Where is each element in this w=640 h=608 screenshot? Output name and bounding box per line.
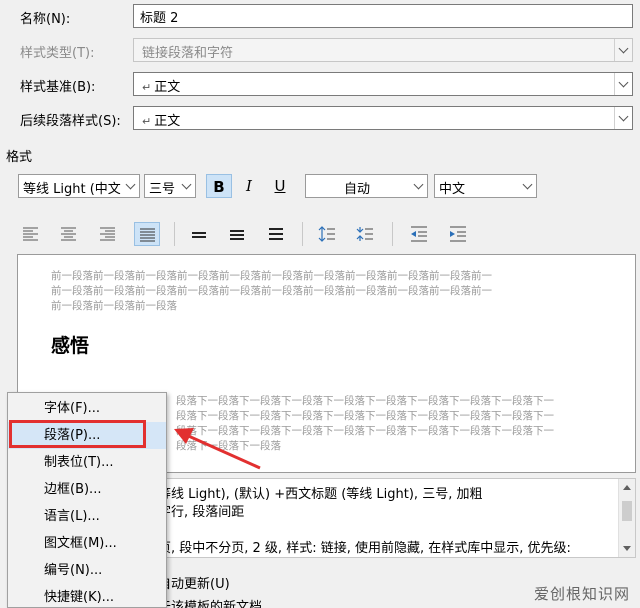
style-type-row: 样式类型(T): 链接段落和字符 bbox=[0, 34, 640, 66]
format-section-label: 格式 bbox=[6, 150, 33, 165]
font-color-dropdown[interactable] bbox=[411, 175, 427, 197]
following-row: 后续段落样式(S): ↵ 正文 bbox=[0, 102, 640, 134]
align-left-icon bbox=[23, 227, 38, 241]
bold-button[interactable]: B bbox=[206, 174, 232, 198]
onehalf-spacing-icon bbox=[230, 230, 244, 240]
script-dropdown[interactable] bbox=[520, 175, 536, 197]
paragraph-return-icon: ↵ bbox=[142, 81, 152, 94]
decrease-indent-icon bbox=[411, 226, 427, 242]
justify-button[interactable] bbox=[134, 222, 160, 246]
double-spacing-icon bbox=[269, 228, 283, 240]
description-line: 页, 段中不分页, 2 级, 样式: 链接, 使用前隐藏, 在样式库中显示, 优… bbox=[158, 541, 571, 556]
single-spacing-icon bbox=[192, 232, 206, 238]
align-center-icon bbox=[61, 227, 76, 241]
size-select[interactable]: 三号 bbox=[144, 174, 196, 198]
justify-icon bbox=[140, 228, 155, 242]
annotation-arrow-icon bbox=[174, 428, 261, 470]
auto-update-label[interactable]: 自动更新(U) bbox=[158, 573, 230, 592]
following-label: 后续段落样式(S): bbox=[20, 114, 121, 129]
preceding-paragraph-sample: 前一段落前一段落前一段落前一段落前一段落前一段落前一段落前一段落前一段落前一段落… bbox=[51, 269, 581, 314]
description-scrollbar[interactable] bbox=[618, 479, 635, 557]
menu-item-border[interactable]: 边框(B)... bbox=[8, 476, 166, 503]
annotation-highlight-box bbox=[9, 420, 146, 448]
style-type-select: 链接段落和字符 bbox=[133, 38, 633, 62]
font-value: 等线 Light (中文 bbox=[23, 182, 121, 197]
script-value: 中文 bbox=[439, 182, 466, 197]
scrollbar-thumb[interactable] bbox=[622, 501, 632, 521]
font-color-value: 自动 bbox=[344, 182, 371, 197]
align-right-button[interactable] bbox=[95, 222, 121, 246]
toolbar-divider bbox=[392, 222, 393, 246]
sample-line: 段落下一段落下一段落下一段落下一段落下一段落下一段落下一段落下一段落下一 bbox=[176, 395, 554, 407]
description-line: 等线 Light), (默认) +西文标题 (等线 Light), 三号, 加粗 bbox=[158, 487, 483, 502]
scroll-down-icon[interactable] bbox=[623, 546, 631, 551]
onehalf-spacing-button[interactable] bbox=[224, 222, 250, 246]
based-on-label: 样式基准(B): bbox=[20, 80, 96, 95]
based-on-select[interactable]: ↵ 正文 bbox=[133, 72, 633, 96]
align-right-icon bbox=[100, 227, 115, 241]
underline-button[interactable]: U bbox=[267, 174, 293, 198]
size-dropdown[interactable] bbox=[179, 175, 195, 197]
increase-paragraph-spacing-icon bbox=[318, 226, 335, 242]
description-line: 字行, 段落间距 bbox=[158, 505, 245, 520]
style-type-value: 链接段落和字符 bbox=[142, 46, 234, 61]
based-on-row: 样式基准(B): ↵ 正文 bbox=[0, 68, 640, 100]
script-select[interactable]: 中文 bbox=[434, 174, 537, 198]
name-row: 名称(N): 标题 2 bbox=[0, 0, 640, 32]
style-type-label: 样式类型(T): bbox=[20, 46, 95, 61]
double-spacing-button[interactable] bbox=[263, 222, 289, 246]
chevron-down-icon bbox=[413, 179, 424, 190]
menu-item-numbering[interactable]: 编号(N)... bbox=[8, 557, 166, 584]
size-value: 三号 bbox=[149, 182, 176, 197]
chevron-down-icon bbox=[618, 111, 629, 122]
based-on-value: 正文 bbox=[154, 80, 181, 95]
decrease-spacing-button[interactable] bbox=[352, 222, 378, 246]
watermark: 爱创根知识网 bbox=[533, 585, 630, 603]
chevron-down-icon bbox=[125, 179, 136, 190]
font-select[interactable]: 等线 Light (中文 bbox=[18, 174, 140, 198]
chevron-down-icon bbox=[181, 179, 192, 190]
menu-item-language[interactable]: 语言(L)... bbox=[8, 503, 166, 530]
font-color-select[interactable]: 自动 bbox=[305, 174, 428, 198]
chevron-down-icon bbox=[618, 77, 629, 88]
toolbar-divider bbox=[174, 222, 175, 246]
increase-indent-icon bbox=[450, 226, 466, 242]
following-dropdown[interactable] bbox=[614, 107, 632, 129]
style-type-dropdown bbox=[614, 39, 632, 61]
align-center-button[interactable] bbox=[56, 222, 82, 246]
following-value: 正文 bbox=[154, 114, 181, 129]
scroll-up-icon[interactable] bbox=[623, 485, 631, 490]
decrease-paragraph-spacing-icon bbox=[356, 227, 373, 241]
new-documents-label[interactable]: 于该模板的新文档 bbox=[158, 596, 262, 608]
sample-line: 前一段落前一段落前一段落 bbox=[51, 300, 177, 312]
menu-item-font[interactable]: 字体(F)... bbox=[8, 395, 166, 422]
align-left-button[interactable] bbox=[18, 222, 44, 246]
menu-item-shortcut-key[interactable]: 快捷键(K)... bbox=[8, 584, 166, 608]
paragraph-return-icon: ↵ bbox=[142, 115, 152, 128]
sample-line: 前一段落前一段落前一段落前一段落前一段落前一段落前一段落前一段落前一段落前一段落… bbox=[51, 285, 492, 297]
italic-button[interactable]: I bbox=[236, 174, 262, 198]
toolbar-divider bbox=[302, 222, 303, 246]
name-label: 名称(N): bbox=[20, 12, 71, 27]
sample-line: 前一段落前一段落前一段落前一段落前一段落前一段落前一段落前一段落前一段落前一段落… bbox=[51, 270, 492, 282]
font-dropdown[interactable] bbox=[123, 175, 139, 197]
chevron-down-icon bbox=[522, 179, 533, 190]
menu-item-tabs[interactable]: 制表位(T)... bbox=[8, 449, 166, 476]
name-field[interactable]: 标题 2 bbox=[133, 4, 633, 28]
menu-item-frame[interactable]: 图文框(M)... bbox=[8, 530, 166, 557]
following-select[interactable]: ↵ 正文 bbox=[133, 106, 633, 130]
chevron-down-icon bbox=[618, 43, 629, 54]
single-spacing-button[interactable] bbox=[186, 222, 212, 246]
increase-indent-button[interactable] bbox=[445, 222, 471, 246]
decrease-indent-button[interactable] bbox=[406, 222, 432, 246]
based-on-dropdown[interactable] bbox=[614, 73, 632, 95]
preview-heading: 感悟 bbox=[51, 335, 90, 357]
increase-spacing-button[interactable] bbox=[314, 222, 340, 246]
